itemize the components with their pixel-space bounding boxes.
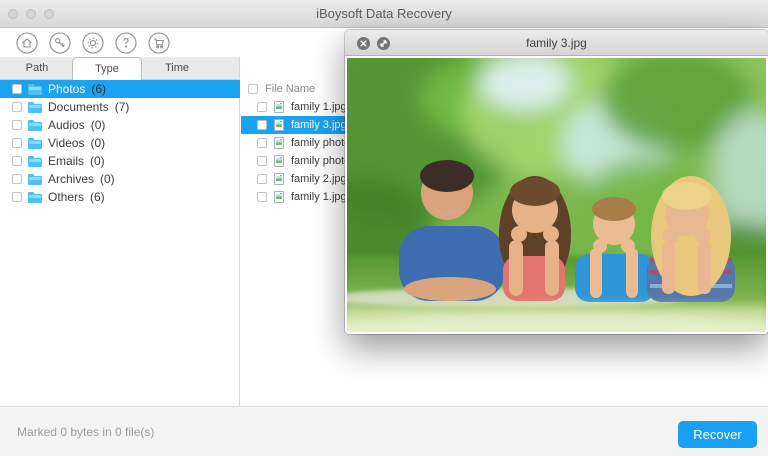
category-checkbox[interactable] xyxy=(12,174,22,184)
preview-window: family 3.jpg xyxy=(345,30,768,334)
category-count: (0) xyxy=(90,154,105,168)
folder-icon xyxy=(28,84,42,95)
recover-button[interactable]: Recover xyxy=(678,421,757,448)
file-name: family 1.jpg xyxy=(291,191,347,203)
category-label: Videos xyxy=(48,136,84,150)
minimize-window-button[interactable] xyxy=(26,9,36,19)
sidebar-item-archives[interactable]: Archives (0) xyxy=(0,170,240,188)
zoom-window-button[interactable] xyxy=(44,9,54,19)
sidebar-item-emails[interactable]: Emails (0) xyxy=(0,152,240,170)
file-checkbox[interactable] xyxy=(257,102,267,112)
folder-icon xyxy=(28,174,42,185)
category-checkbox[interactable] xyxy=(12,102,22,112)
file-checkbox[interactable] xyxy=(257,192,267,202)
category-count: (0) xyxy=(91,118,106,132)
file-row[interactable]: family photo 2.png xyxy=(241,134,345,152)
preview-close-icon[interactable] xyxy=(357,37,370,50)
category-checkbox[interactable] xyxy=(12,156,22,166)
file-checkbox[interactable] xyxy=(257,156,267,166)
category-checkbox[interactable] xyxy=(12,84,22,94)
key-icon[interactable] xyxy=(49,32,71,54)
file-checkbox[interactable] xyxy=(257,120,267,130)
category-label: Audios xyxy=(48,118,85,132)
titlebar: iBoysoft Data Recovery xyxy=(0,0,768,28)
sidebar-item-others[interactable]: Others (6) xyxy=(0,188,240,206)
category-label: Documents xyxy=(48,100,109,114)
folder-icon xyxy=(28,102,42,113)
help-icon[interactable] xyxy=(115,32,137,54)
app-window: iBoysoft Data Recovery xyxy=(0,0,768,456)
category-list: Photos (6) Documents (7) Audios (0) Vide… xyxy=(0,80,240,206)
category-label: Photos xyxy=(48,82,85,96)
sidebar-item-photos[interactable]: Photos (6) xyxy=(0,80,240,98)
preview-photo xyxy=(347,58,766,332)
file-row[interactable]: family 1.jpg xyxy=(241,98,345,116)
traffic-lights xyxy=(8,0,54,28)
sidebar-tabs: PathTypeTime xyxy=(0,57,239,80)
preview-zoom-icon[interactable] xyxy=(377,37,390,50)
file-checkbox[interactable] xyxy=(257,138,267,148)
file-name: family 1.jpg xyxy=(291,101,347,113)
image-file-icon xyxy=(274,101,284,113)
folder-icon xyxy=(28,156,42,167)
category-checkbox[interactable] xyxy=(12,192,22,202)
category-count: (0) xyxy=(90,136,105,150)
folder-icon xyxy=(28,120,42,131)
marked-status-text: Marked 0 bytes in 0 file(s) xyxy=(17,425,154,439)
category-count: (0) xyxy=(100,172,115,186)
file-name: family 2.jpg xyxy=(291,173,347,185)
category-count: (6) xyxy=(90,190,105,204)
file-name: family 3.jpg xyxy=(291,119,347,131)
status-bar: Marked 0 bytes in 0 file(s) Recover xyxy=(0,406,768,456)
image-file-icon xyxy=(274,119,284,131)
category-label: Emails xyxy=(48,154,84,168)
file-checkbox[interactable] xyxy=(257,174,267,184)
category-count: (6) xyxy=(91,82,106,96)
sidebar-item-documents[interactable]: Documents (7) xyxy=(0,98,240,116)
sidebar-item-audios[interactable]: Audios (0) xyxy=(0,116,240,134)
image-file-icon xyxy=(274,137,284,149)
folder-icon xyxy=(28,192,42,203)
preview-title: family 3.jpg xyxy=(526,36,587,50)
image-file-icon xyxy=(274,173,284,185)
select-all-checkbox[interactable] xyxy=(248,84,258,94)
category-checkbox[interactable] xyxy=(12,138,22,148)
home-icon[interactable] xyxy=(16,32,38,54)
file-name-column-header: File Name xyxy=(265,83,315,95)
tab-path[interactable]: Path xyxy=(2,57,72,79)
settings-gear-icon[interactable] xyxy=(82,32,104,54)
preview-window-controls xyxy=(357,30,390,56)
window-title: iBoysoft Data Recovery xyxy=(316,6,452,21)
file-row[interactable]: family 1.jpg xyxy=(241,188,345,206)
category-label: Archives xyxy=(48,172,94,186)
file-row[interactable]: family photo.png xyxy=(241,152,345,170)
close-window-button[interactable] xyxy=(8,9,18,19)
folder-icon xyxy=(28,138,42,149)
file-row[interactable]: family 3.jpg xyxy=(241,116,345,134)
family-photo-illustration xyxy=(347,58,766,332)
tab-type[interactable]: Type xyxy=(72,57,142,80)
sidebar-panel: PathTypeTime Photos (6) Documents (7) Au… xyxy=(0,57,240,406)
preview-titlebar[interactable]: family 3.jpg xyxy=(345,30,768,56)
image-file-icon xyxy=(274,155,284,167)
sidebar-item-videos[interactable]: Videos (0) xyxy=(0,134,240,152)
image-file-icon xyxy=(274,191,284,203)
store-cart-icon[interactable] xyxy=(148,32,170,54)
category-label: Others xyxy=(48,190,84,204)
tab-time[interactable]: Time xyxy=(142,57,212,79)
file-row[interactable]: family 2.jpg xyxy=(241,170,345,188)
category-checkbox[interactable] xyxy=(12,120,22,130)
category-count: (7) xyxy=(115,100,130,114)
